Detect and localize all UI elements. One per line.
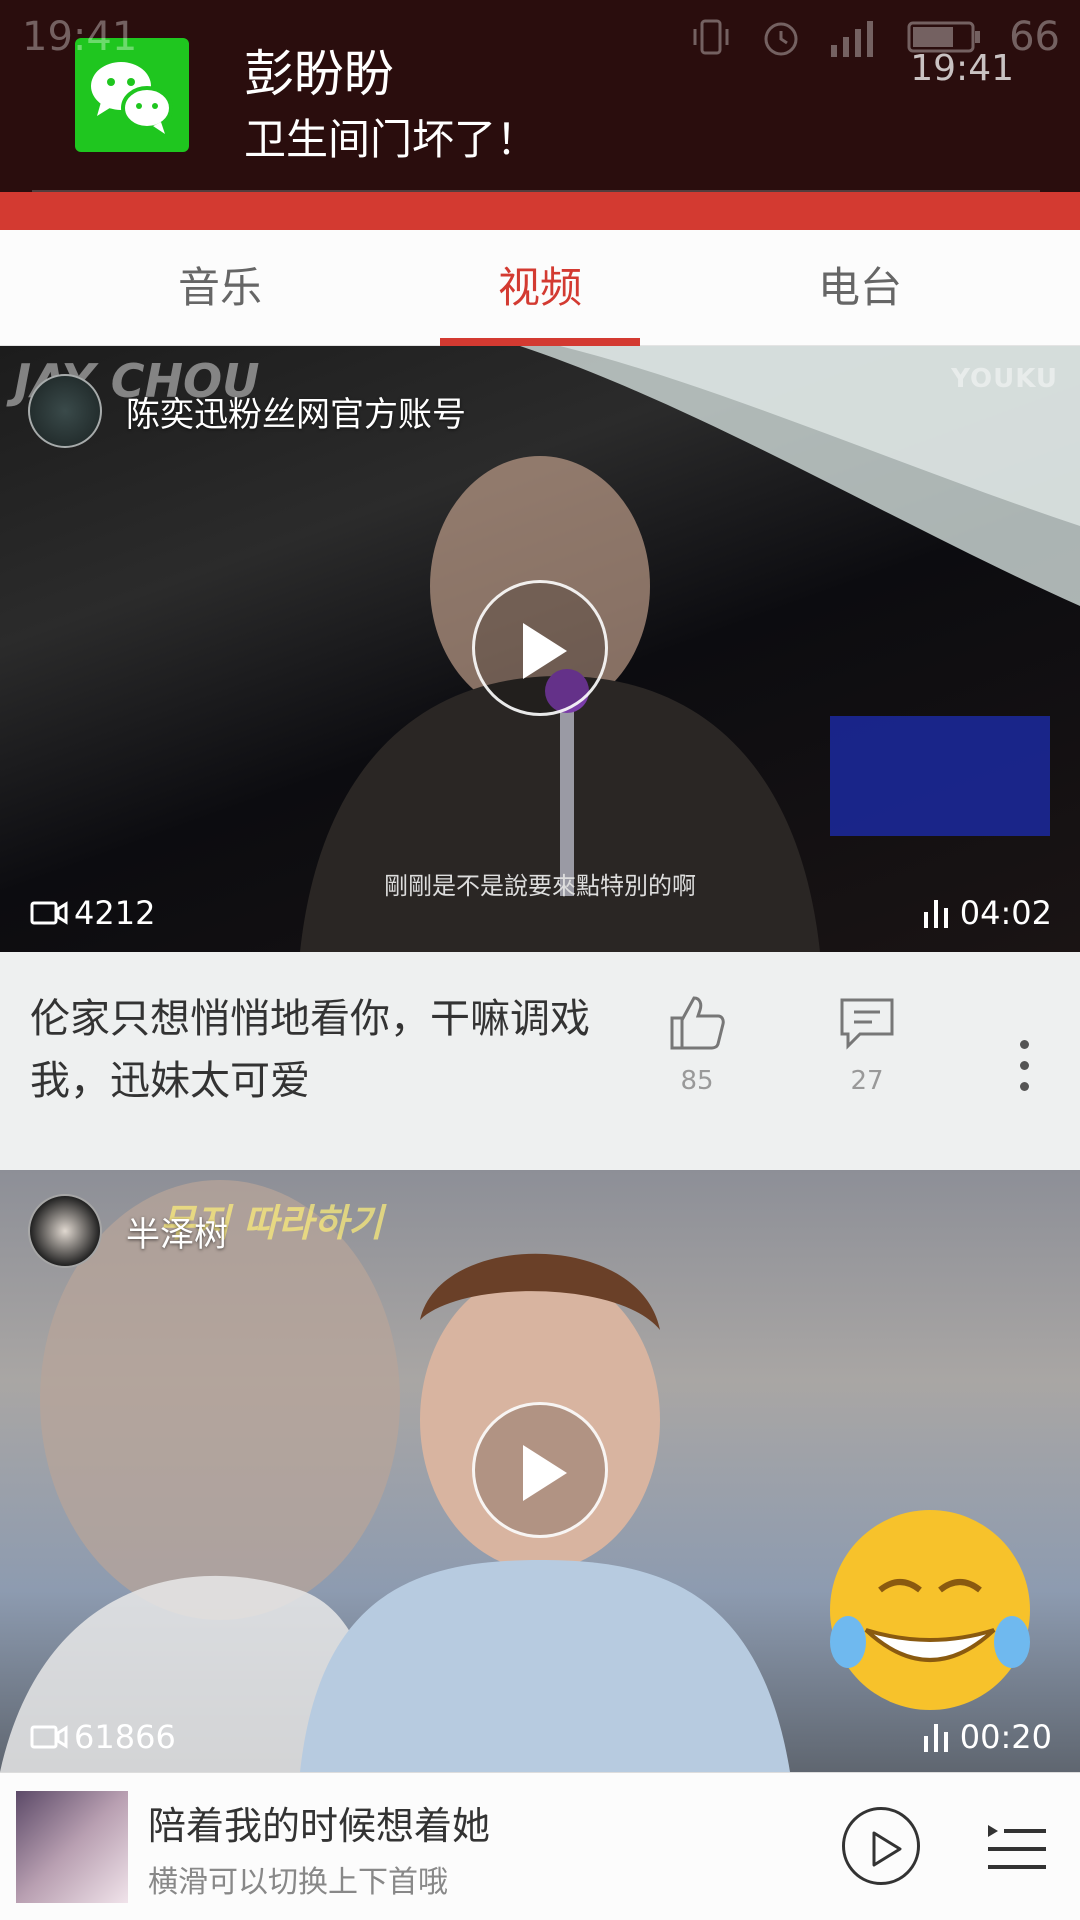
play-icon — [523, 623, 567, 679]
comment-icon — [840, 998, 894, 1050]
thumbs-up-icon — [670, 996, 725, 1050]
like-button[interactable]: 85 — [652, 994, 742, 1096]
duration-value: 04:02 — [959, 894, 1052, 932]
tab-bar: 音乐 视频 电台 — [0, 230, 1080, 346]
video-caption[interactable]: 伦家只想悄悄地看你，干嘛调戏我，迅妹太可爱 — [30, 988, 630, 1112]
notification-body: 卫生间门坏了！ — [244, 115, 539, 164]
play-icon — [523, 1445, 567, 1501]
like-count: 85 — [680, 1066, 714, 1096]
more-dot — [1019, 1082, 1029, 1091]
mini-player[interactable]: 陪着我的时候想着她 横滑可以切换上下首哦 — [0, 1772, 1080, 1920]
video-duration: 04:02 — [922, 894, 1052, 932]
mini-play-button[interactable] — [842, 1807, 920, 1885]
more-dot — [1019, 1061, 1029, 1070]
bars-icon — [923, 1724, 948, 1752]
video-duration: 00:20 — [922, 1718, 1052, 1756]
alarm-icon — [764, 22, 798, 56]
video-thumbnail[interactable]: JAY CHOU YOUKU 陈奕迅粉丝网官方账号 剛剛是不是說要來點特別的啊 … — [0, 346, 1080, 952]
playlist-icon[interactable] — [986, 1821, 1048, 1873]
screen: 19:41 66 彭盼盼 卫生间门坏了！ 19:41 音乐 视频 电台 JAY … — [0, 0, 1080, 1920]
play-icon — [872, 1831, 902, 1867]
view-count-value: 4212 — [74, 894, 156, 932]
video-card: 무지 따라하기 半泽树 61866 00:20 — [0, 1170, 1080, 1772]
view-count-value: 61866 — [74, 1718, 176, 1756]
bars-icon — [923, 900, 948, 928]
active-tab-indicator — [440, 338, 640, 346]
video-info-row: 伦家只想悄悄地看你，干嘛调戏我，迅妹太可爱 85 27 — [0, 952, 1080, 1168]
uploader-name: 陈奕迅粉丝网官方账号 — [126, 394, 466, 435]
tab-video[interactable]: 视频 — [440, 230, 640, 346]
view-count: 61866 — [30, 1718, 176, 1756]
now-playing-hint: 横滑可以切换上下首哦 — [148, 1865, 448, 1900]
more-dot — [1019, 1040, 1029, 1049]
video-card: JAY CHOU YOUKU 陈奕迅粉丝网官方账号 剛剛是不是說要來點特別的啊 … — [0, 346, 1080, 1168]
status-bar: 19:41 66 — [0, 0, 1080, 75]
now-playing-title: 陪着我的时候想着她 — [148, 1804, 491, 1848]
uploader[interactable]: 半泽树 — [28, 1194, 228, 1268]
avatar — [28, 1194, 102, 1268]
uploader-name: 半泽树 — [126, 1214, 228, 1255]
view-count: 4212 — [30, 894, 155, 932]
avatar — [28, 374, 102, 448]
tab-music[interactable]: 音乐 — [120, 230, 320, 346]
battery-icon — [907, 21, 981, 53]
album-cover[interactable] — [16, 1791, 128, 1903]
status-time: 19:41 — [22, 14, 138, 60]
play-button[interactable] — [472, 580, 608, 716]
more-options-button[interactable] — [1012, 1040, 1036, 1103]
signal-icon — [831, 21, 874, 57]
notification-divider — [32, 190, 1040, 192]
comment-button[interactable]: 27 — [822, 994, 912, 1096]
video-thumbnail[interactable]: 무지 따라하기 半泽树 61866 00:20 — [0, 1170, 1080, 1772]
video-subtitle: 剛剛是不是說要來點特別的啊 — [384, 872, 696, 900]
tab-radio[interactable]: 电台 — [760, 230, 960, 346]
comment-count: 27 — [850, 1066, 884, 1096]
vibrate-icon — [693, 19, 729, 55]
uploader[interactable]: 陈奕迅粉丝网官方账号 — [28, 374, 466, 448]
video-watermark: YOUKU — [951, 364, 1058, 394]
video-camera-icon — [30, 1725, 68, 1749]
duration-value: 00:20 — [959, 1718, 1052, 1756]
battery-level: 66 — [1009, 14, 1060, 60]
play-button[interactable] — [472, 1402, 608, 1538]
video-camera-icon — [30, 901, 68, 925]
